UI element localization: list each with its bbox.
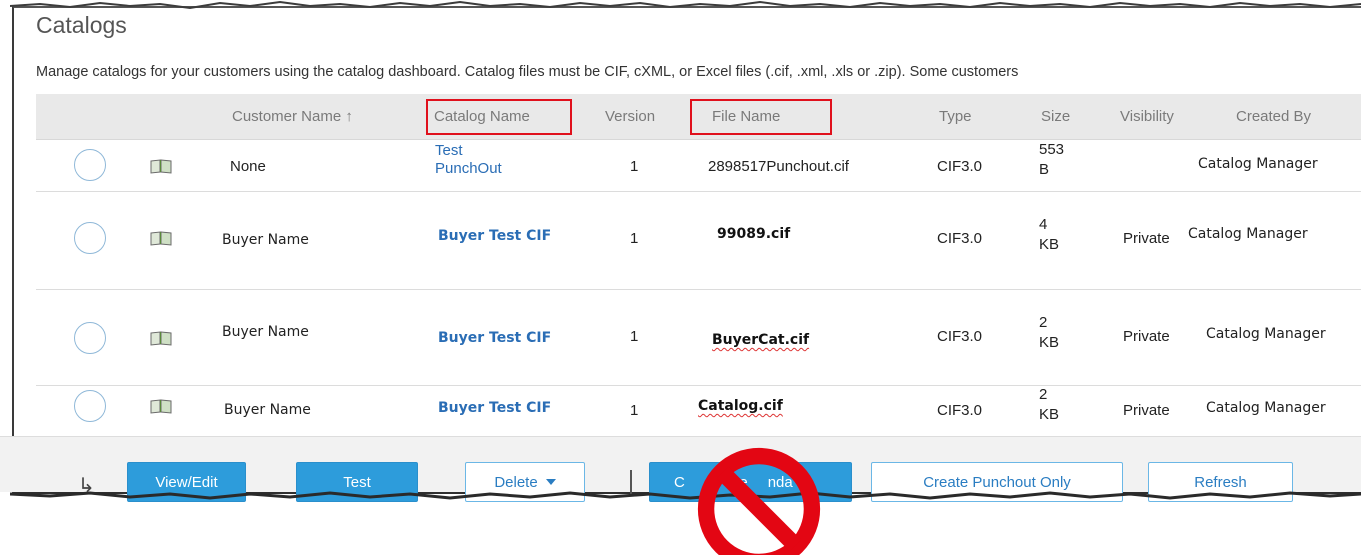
row-created-by: Catalog Manager — [1198, 156, 1318, 172]
table-row[interactable]: Buyer Name Buyer Test CIF 1 Catalog.cif … — [36, 386, 1361, 438]
row-catalog-name-link[interactable]: Buyer Test CIF — [438, 228, 551, 244]
row-visibility: Private — [1123, 328, 1170, 345]
table-row[interactable]: Buyer Name Buyer Test CIF 1 BuyerCat.cif… — [36, 290, 1361, 386]
column-customer-name[interactable]: Customer Name ↑ — [232, 108, 353, 125]
create-update-button-label-start: C — [674, 473, 685, 491]
row-select-radio[interactable] — [74, 222, 106, 254]
row-version: 1 — [630, 328, 639, 345]
torn-edge-top — [10, 0, 1361, 10]
row-size-value: 2 — [1039, 386, 1048, 403]
row-size-value: 2 — [1039, 314, 1048, 331]
row-type: CIF3.0 — [937, 230, 983, 247]
row-type: CIF3.0 — [937, 328, 983, 345]
row-visibility: Private — [1123, 230, 1170, 247]
highlight-box-catalog-name — [426, 99, 572, 135]
row-size-value: 553 — [1039, 141, 1065, 158]
delete-button-label: Delete — [494, 473, 538, 491]
column-visibility[interactable]: Visibility — [1120, 108, 1174, 125]
row-catalog-name-link-line2[interactable]: PunchOut — [435, 160, 502, 177]
row-select-radio[interactable] — [74, 390, 106, 422]
row-file-name: 99089.cif — [717, 226, 791, 242]
column-size[interactable]: Size — [1041, 108, 1070, 125]
highlight-box-file-name — [690, 99, 832, 135]
row-created-by: Catalog Manager — [1206, 400, 1326, 416]
row-version: 1 — [630, 230, 639, 247]
row-size-value: 4 — [1039, 216, 1048, 233]
row-size-unit: KB — [1039, 406, 1060, 423]
row-customer-name: Buyer Name — [224, 402, 311, 418]
row-customer-name: Buyer Name — [222, 232, 309, 248]
torn-edge-bottom — [10, 491, 1361, 500]
column-created-by[interactable]: Created By — [1236, 108, 1311, 125]
row-catalog-name-link[interactable]: Test — [435, 142, 463, 159]
row-version: 1 — [630, 158, 639, 175]
row-version: 1 — [630, 402, 639, 419]
row-customer-name: None — [230, 158, 266, 175]
row-catalog-name-link[interactable]: Buyer Test CIF — [438, 330, 551, 346]
row-size-unit: B — [1039, 161, 1050, 178]
chevron-down-icon — [545, 479, 556, 485]
table-row[interactable]: None Test PunchOut 1 2898517Punchout.cif… — [36, 140, 1361, 192]
row-size-unit: KB — [1039, 334, 1060, 351]
row-visibility: Private — [1123, 402, 1170, 419]
row-select-radio[interactable] — [74, 149, 106, 181]
prohibited-icon — [697, 447, 821, 555]
row-file-name: Catalog.cif — [698, 398, 783, 414]
catalog-book-icon — [150, 399, 172, 414]
row-file-name: BuyerCat.cif — [712, 332, 810, 348]
row-catalog-name-link[interactable]: Buyer Test CIF — [438, 400, 551, 416]
column-type[interactable]: Type — [939, 108, 972, 125]
row-created-by: Catalog Manager — [1206, 326, 1326, 342]
row-created-by: Catalog Manager — [1188, 226, 1308, 242]
row-type: CIF3.0 — [937, 402, 983, 419]
row-customer-name: Buyer Name — [222, 324, 309, 340]
row-type: CIF3.0 — [937, 158, 983, 175]
row-file-name: 2898517Punchout.cif — [708, 158, 849, 175]
table-header: Customer Name ↑ Catalog Name Version Fil… — [36, 94, 1361, 140]
catalog-book-icon — [150, 331, 172, 346]
catalog-book-icon — [150, 159, 172, 174]
row-select-radio[interactable] — [74, 322, 106, 354]
page-title: Catalogs — [36, 12, 127, 38]
catalog-book-icon — [150, 231, 172, 246]
page-description: Manage catalogs for your customers using… — [36, 64, 1019, 80]
table-row[interactable]: Buyer Name Buyer Test CIF 1 99089.cif CI… — [36, 192, 1361, 290]
row-size-unit: KB — [1039, 236, 1060, 253]
column-version[interactable]: Version — [605, 108, 655, 125]
